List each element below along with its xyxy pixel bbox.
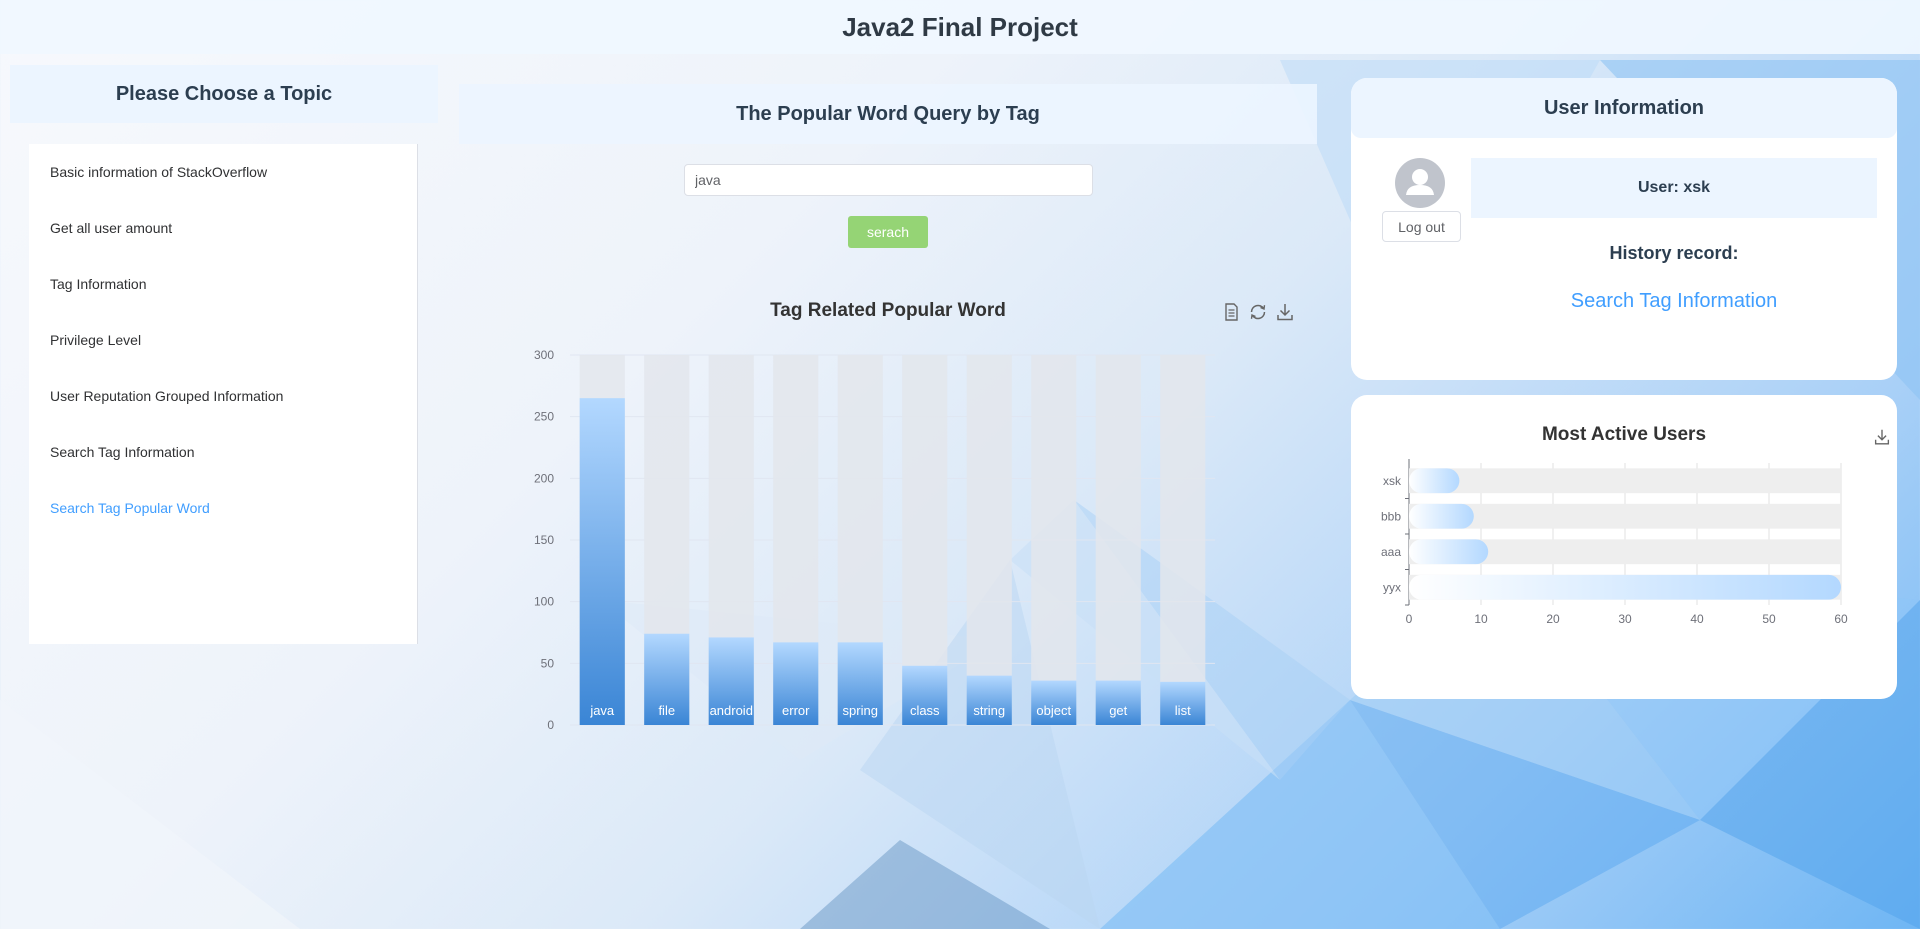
- menu-item-search-tag-popular-word[interactable]: Search Tag Popular Word: [29, 480, 417, 536]
- bar-label: spring: [843, 703, 878, 718]
- y-tick-label: 0: [547, 718, 554, 732]
- bar-background: [966, 355, 1012, 725]
- user-avatar-icon: [1406, 169, 1434, 195]
- bar-label: list: [1175, 703, 1191, 718]
- menu-item-tag-information[interactable]: Tag Information: [29, 256, 417, 312]
- data-view-icon[interactable]: [1220, 301, 1242, 323]
- app-title: Java2 Final Project: [842, 11, 1078, 42]
- bar-label: string: [973, 703, 1005, 718]
- bar-background: [1160, 355, 1206, 725]
- save-image-icon[interactable]: [1872, 427, 1892, 447]
- logout-button[interactable]: Log out: [1382, 211, 1461, 242]
- current-user-label: User: xsk: [1471, 158, 1877, 218]
- bar-label: class: [910, 703, 940, 718]
- bar-label: error: [782, 703, 810, 718]
- chart-title: Most Active Users: [1542, 424, 1706, 445]
- y-tick-label: 200: [534, 471, 554, 485]
- x-tick-label: 20: [1546, 612, 1560, 626]
- tag-search-input[interactable]: [684, 164, 1093, 196]
- bar-xsk[interactable]: [1409, 468, 1460, 494]
- x-tick-label: 0: [1406, 612, 1413, 626]
- history-item-search-tag-information[interactable]: Search Tag Information: [1451, 290, 1897, 313]
- app-header: Java2 Final Project: [0, 0, 1920, 54]
- history-record-label: History record:: [1609, 243, 1739, 263]
- bar-yyx[interactable]: [1409, 574, 1841, 600]
- bar-label: object: [1036, 703, 1071, 718]
- restore-icon[interactable]: [1247, 301, 1269, 323]
- avatar: [1395, 158, 1445, 208]
- y-tick-label: bbb: [1381, 509, 1401, 523]
- save-image-icon[interactable]: [1274, 301, 1296, 323]
- user-information-card: User Information Log out User: xsk Histo…: [1351, 78, 1897, 380]
- most-active-users-chart: Most Active Users 0 10 20 30 40 50 60 yyx aaa bb…: [1381, 424, 1848, 626]
- x-tick-label: 40: [1690, 612, 1704, 626]
- bar-label: android: [710, 703, 753, 718]
- y-tick-label: yyx: [1383, 580, 1401, 594]
- x-tick-label: 50: [1762, 612, 1776, 626]
- chart-title: Tag Related Popular Word: [770, 300, 1006, 321]
- y-tick-label: 100: [534, 595, 554, 609]
- bar-background: [1409, 503, 1841, 529]
- y-tick-label: aaa: [1381, 545, 1401, 559]
- y-tick-label: 250: [534, 410, 554, 424]
- y-tick-label: 50: [541, 656, 555, 670]
- x-tick-label: 60: [1834, 612, 1848, 626]
- x-tick-label: 10: [1474, 612, 1488, 626]
- topic-menu: Basic information of StackOverflow Get a…: [29, 144, 418, 644]
- menu-item-user-amount[interactable]: Get all user amount: [29, 200, 417, 256]
- y-tick-label: 150: [534, 533, 554, 547]
- popular-word-chart: Tag Related Popular Word 0 50 100 150 200 250…: [510, 285, 1300, 735]
- bar-label: file: [658, 703, 675, 718]
- bar-background: [1095, 355, 1141, 725]
- bar-label: java: [589, 703, 615, 718]
- bar-background: [1031, 355, 1077, 725]
- bar-bbb[interactable]: [1409, 503, 1474, 529]
- x-tick-label: 30: [1618, 612, 1632, 626]
- sidebar-title: Please Choose a Topic: [10, 65, 438, 123]
- bar-java[interactable]: [579, 398, 625, 725]
- search-button[interactable]: serach: [848, 216, 928, 248]
- popular-word-chart-svg: Tag Related Popular Word 0 50 100 150 200 250…: [534, 300, 1215, 732]
- y-tick-label: xsk: [1383, 474, 1402, 488]
- page-title: The Popular Word Query by Tag: [459, 84, 1317, 144]
- menu-item-search-tag-information[interactable]: Search Tag Information: [29, 424, 417, 480]
- bar-label: get: [1109, 703, 1127, 718]
- menu-item-user-reputation[interactable]: User Reputation Grouped Information: [29, 368, 417, 424]
- user-card-title: User Information: [1351, 78, 1897, 138]
- bar-background: [1409, 468, 1841, 494]
- bar-aaa[interactable]: [1409, 539, 1489, 565]
- menu-item-basic-information[interactable]: Basic information of StackOverflow: [29, 144, 417, 200]
- menu-item-privilege-level[interactable]: Privilege Level: [29, 312, 417, 368]
- most-active-users-card: Most Active Users 0 10 20 30 40 50 60 yyx aaa bb…: [1351, 395, 1897, 699]
- y-tick-label: 300: [534, 348, 554, 362]
